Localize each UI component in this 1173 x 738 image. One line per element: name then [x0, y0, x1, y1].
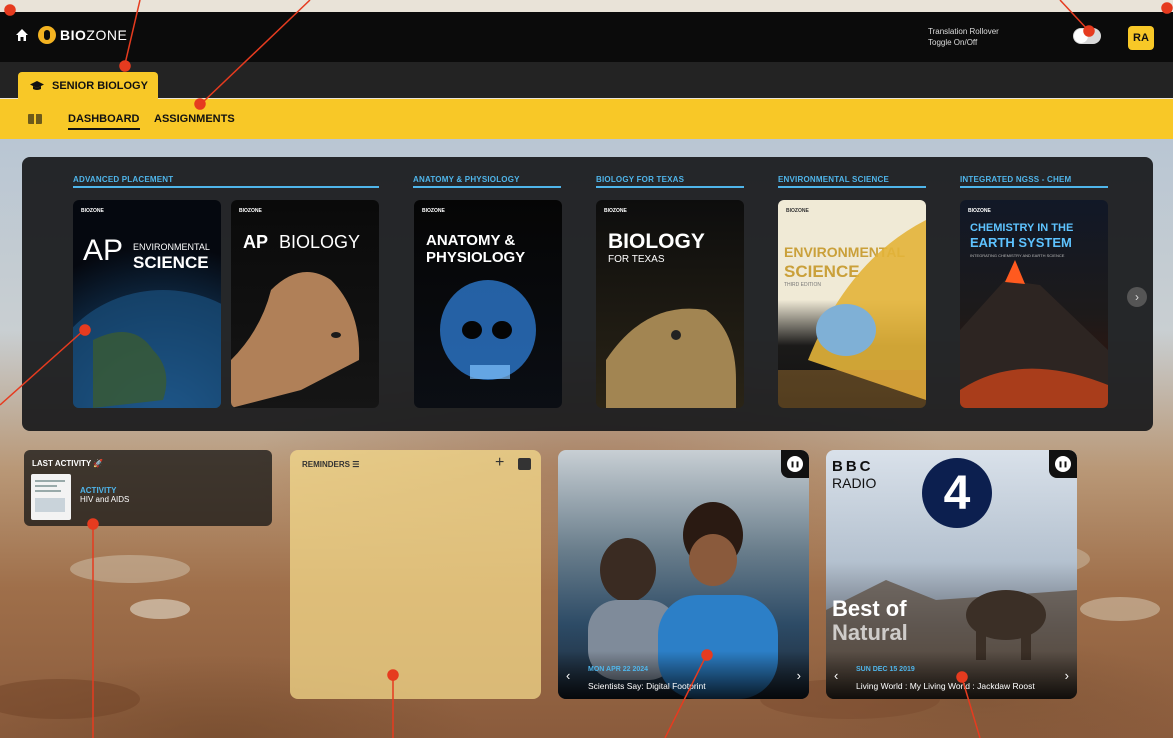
book-chemistry-earth-system[interactable]: BIOZONE CHEMISTRY IN THE EARTH SYSTEM IN…: [960, 200, 1108, 408]
shelf-next-button[interactable]: ›: [1127, 287, 1147, 307]
book-ap-biology[interactable]: BIOZONE AP BIOLOGY: [231, 200, 379, 408]
media-caption: ‹ MON APR 22 2024 Scientists Say: Digita…: [558, 651, 809, 699]
activity-name[interactable]: HIV and AIDS: [80, 495, 129, 504]
media-title[interactable]: Living World : My Living World : Jackdaw…: [856, 681, 1056, 691]
sky-sphere-image: [778, 220, 926, 408]
shelf-category-anatomy[interactable]: ANATOMY & PHYSIOLOGY: [413, 175, 520, 184]
book-anatomy-physiology[interactable]: BIOZONE ANATOMY & PHYSIOLOGY: [414, 200, 562, 408]
activity-thumbnail: [31, 474, 71, 520]
nav-assignments[interactable]: ASSIGNMENTS: [154, 113, 235, 125]
home-icon[interactable]: [15, 28, 29, 42]
overlay-title: Best of: [832, 596, 907, 621]
dashboard-nav: DASHBOARD ASSIGNMENTS: [0, 99, 1173, 139]
next-arrow-icon[interactable]: ›: [1065, 668, 1069, 683]
pause-button[interactable]: [781, 450, 809, 478]
course-tab-strip: [0, 62, 1173, 98]
media-card-science-news[interactable]: ‹ MON APR 22 2024 Scientists Say: Digita…: [558, 450, 809, 699]
nav-dashboard[interactable]: DASHBOARD: [68, 113, 140, 130]
cougar-image: [231, 272, 360, 408]
earth-image: [73, 290, 221, 408]
next-arrow-icon[interactable]: ›: [797, 668, 801, 683]
volcano-image: [960, 260, 1108, 408]
category-underline: [778, 186, 926, 188]
reminders-panel[interactable]: REMINDERS ☰ +: [290, 450, 541, 699]
horned-lizard-image: [606, 308, 736, 408]
book-ap-environmental-science[interactable]: BIOZONE AP ENVIRONMENTAL SCIENCE: [73, 200, 221, 408]
course-tab-label: SENIOR BIOLOGY: [52, 80, 148, 92]
shelf-category-environmental[interactable]: ENVIRONMENTAL SCIENCE: [778, 175, 889, 184]
translation-toggle[interactable]: [1073, 28, 1101, 44]
biozone-logo[interactable]: BIOZONE: [38, 26, 127, 44]
pause-button[interactable]: [1049, 450, 1077, 478]
media-date: SUN DEC 15 2019: [856, 666, 915, 673]
last-activity-title: LAST ACTIVITY 🚀: [32, 459, 104, 468]
reminders-title: REMINDERS ☰: [302, 460, 360, 469]
media-caption: ‹ SUN DEC 15 2019 Living World : My Livi…: [826, 651, 1077, 699]
media-date: MON APR 22 2024: [588, 666, 649, 673]
book-biology-for-texas[interactable]: BIOZONE BIOLOGY FOR TEXAS: [596, 200, 744, 408]
shelf-category-ngss-chem[interactable]: INTEGRATED NGSS - CHEM: [960, 175, 1071, 184]
overlay-subtitle: Natural: [832, 620, 908, 645]
prev-arrow-icon[interactable]: ‹: [566, 668, 570, 683]
add-reminder-button[interactable]: +: [495, 454, 504, 472]
category-underline: [73, 186, 379, 188]
media-card-bbc-radio[interactable]: BBC RADIO 4 Best of Natural ‹ SUN DEC 15…: [826, 450, 1077, 699]
checklist-icon: ☰: [352, 460, 360, 469]
translation-rollover-label: Translation Rollover Toggle On/Off: [928, 27, 999, 47]
reminder-list-icon[interactable]: [518, 458, 531, 470]
graduation-cap-icon: [30, 81, 44, 90]
tab-senior-biology[interactable]: SENIOR BIOLOGY: [18, 72, 158, 100]
shelf-category-texas[interactable]: BIOLOGY FOR TEXAS: [596, 175, 684, 184]
top-bar: BIOZONE Translation Rollover Toggle On/O…: [0, 12, 1173, 62]
book-environmental-science[interactable]: BIOZONE ENVIRONMENTAL SCIENCE THIRD EDIT…: [778, 200, 926, 408]
media-title[interactable]: Scientists Say: Digital Footprint: [588, 681, 788, 691]
rocket-icon: 🚀: [93, 459, 104, 468]
logo-text-thin: ZONE: [86, 27, 128, 43]
last-activity-card[interactable]: LAST ACTIVITY 🚀 ACTIVITY HIV and AIDS: [24, 450, 272, 526]
category-underline: [413, 186, 561, 188]
skull-xray-image: [440, 280, 536, 380]
logo-text-bold: BIO: [60, 27, 87, 43]
biozone-logo-icon: [38, 26, 56, 44]
user-avatar[interactable]: RA: [1128, 26, 1154, 50]
prev-arrow-icon[interactable]: ‹: [834, 668, 838, 683]
category-underline: [596, 186, 744, 188]
book-icon[interactable]: [28, 114, 42, 124]
category-underline: [960, 186, 1108, 188]
shelf-category-ap[interactable]: ADVANCED PLACEMENT: [73, 175, 173, 184]
activity-type: ACTIVITY: [80, 486, 117, 495]
